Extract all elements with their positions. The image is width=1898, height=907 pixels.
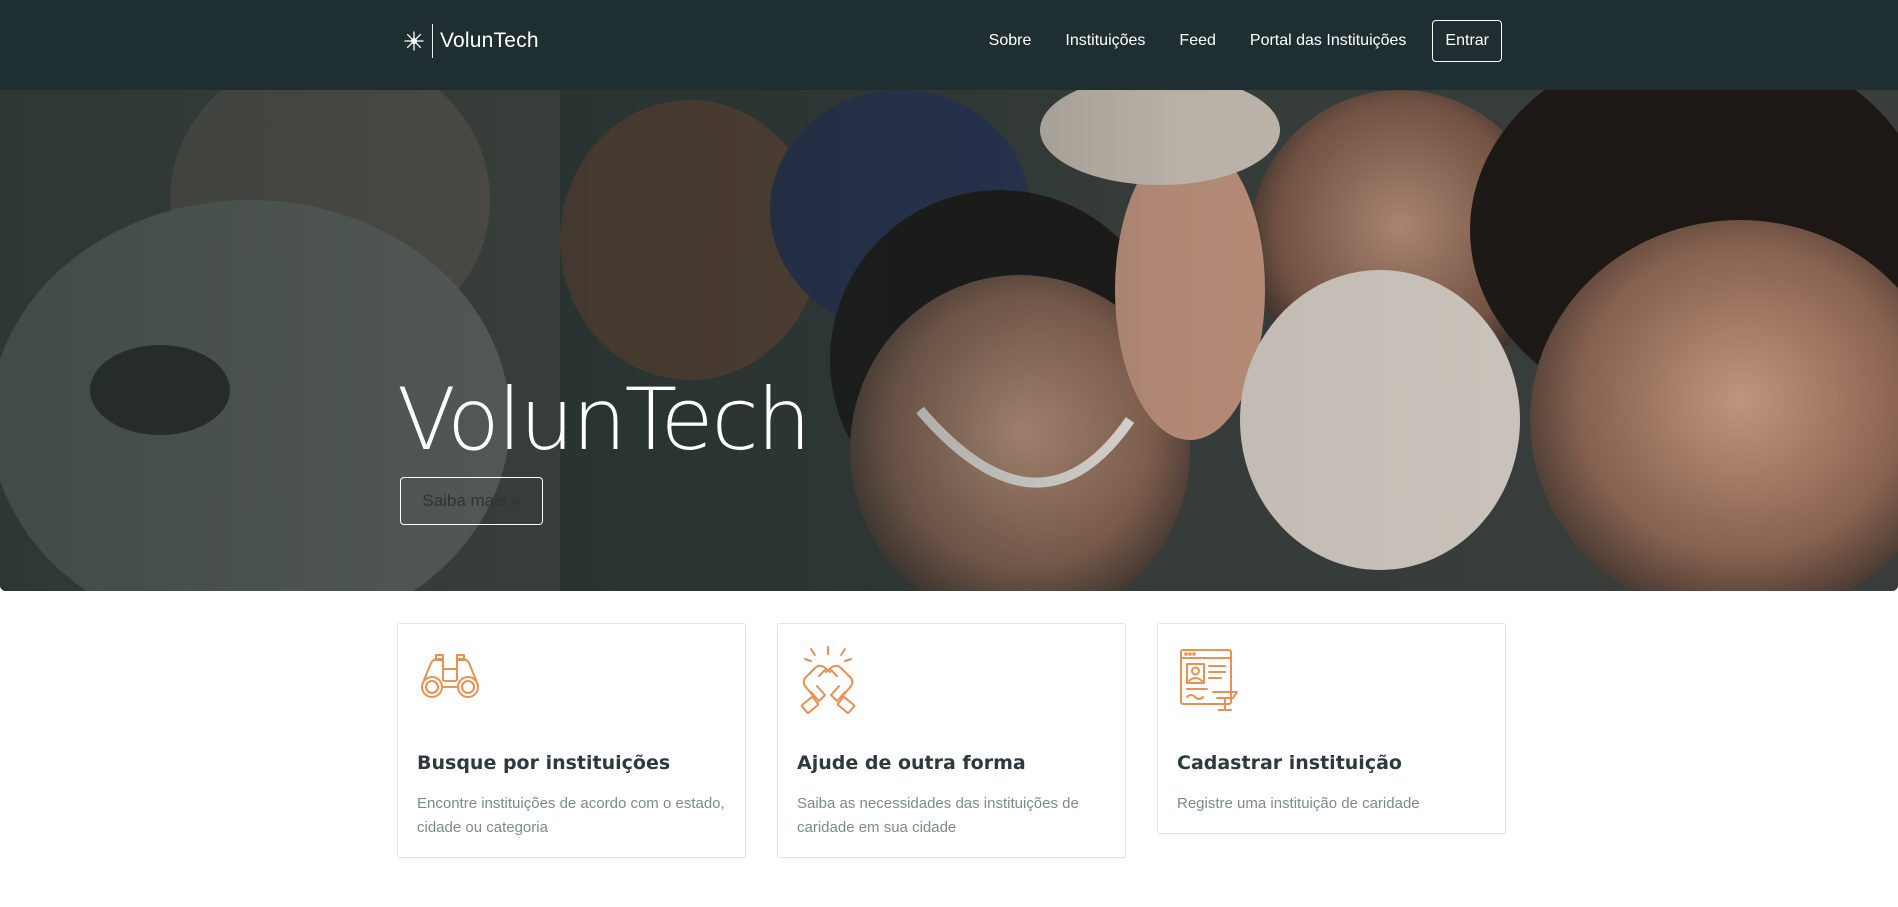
brand-divider xyxy=(432,24,433,58)
brand-logo-link[interactable]: VolunTech xyxy=(402,24,539,58)
hero-banner: VolunTech Saiba mais » xyxy=(0,90,1898,591)
high-five-icon xyxy=(797,646,865,714)
learn-more-button[interactable]: Saiba mais » xyxy=(400,477,543,525)
binoculars-icon xyxy=(417,646,485,714)
card-description: Saiba as necessidades das instituições d… xyxy=(797,795,1079,836)
card-title: Ajude de outra forma xyxy=(797,752,1026,774)
feature-card-help[interactable]: Ajude de outra forma Saiba as necessidad… xyxy=(777,623,1126,858)
card-description: Registre uma instituição de caridade xyxy=(1177,795,1420,812)
card-description: Encontre instituições de acordo com o es… xyxy=(417,795,725,836)
registration-form-icon xyxy=(1177,646,1245,714)
login-button[interactable]: Entrar xyxy=(1432,20,1502,62)
hero-title: VolunTech xyxy=(397,370,811,470)
nav-link-portal-instituicoes[interactable]: Portal das Instituições xyxy=(1250,32,1407,50)
nav-link-feed[interactable]: Feed xyxy=(1179,32,1215,50)
hero-overlay xyxy=(0,90,1898,591)
feature-card-register[interactable]: Cadastrar instituição Registre uma insti… xyxy=(1157,623,1506,834)
card-title: Cadastrar instituição xyxy=(1177,752,1402,774)
feature-card-search[interactable]: Busque por instituições Encontre institu… xyxy=(397,623,746,858)
nav-link-sobre[interactable]: Sobre xyxy=(989,32,1032,50)
main-nav: Sobre Instituições Feed Portal das Insti… xyxy=(989,20,1502,62)
top-navbar: VolunTech Sobre Instituições Feed Portal… xyxy=(0,0,1898,90)
card-title: Busque por instituições xyxy=(417,752,671,774)
snowflake-icon xyxy=(402,24,426,58)
nav-link-instituicoes[interactable]: Instituições xyxy=(1065,32,1145,50)
brand-name: VolunTech xyxy=(440,29,539,52)
